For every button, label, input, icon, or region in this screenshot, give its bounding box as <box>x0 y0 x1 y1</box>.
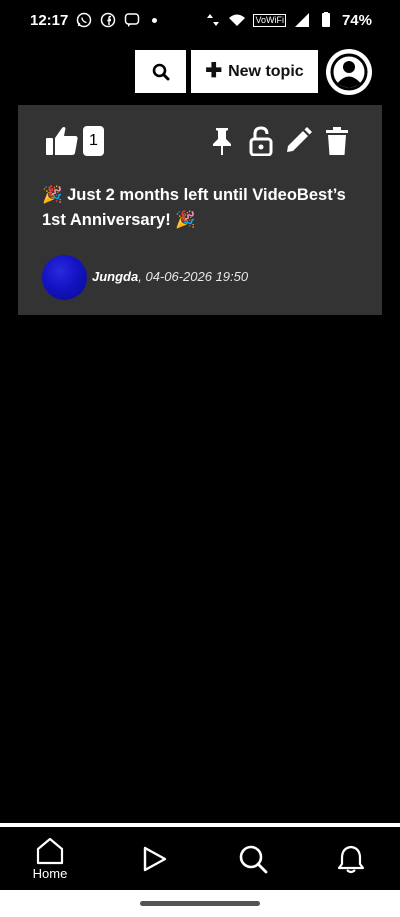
top-actions: ✚ New topic <box>0 49 400 95</box>
notification-dot <box>152 17 158 23</box>
nav-play[interactable] <box>124 827 184 890</box>
bottom-nav: Home <box>0 827 400 890</box>
signal-icon <box>294 12 310 28</box>
vowifi-badge: VoWiFi <box>253 13 286 27</box>
author-name[interactable]: Jungda <box>92 269 138 284</box>
unlock-icon[interactable] <box>247 125 275 157</box>
bell-icon <box>337 845 365 873</box>
battery-percentage: 74% <box>341 11 372 29</box>
edit-icon[interactable] <box>284 125 312 157</box>
search-icon <box>152 63 169 80</box>
wifi-icon <box>229 12 246 28</box>
profile-avatar-button[interactable] <box>326 49 372 95</box>
pin-icon[interactable] <box>208 125 236 157</box>
nav-home-label: Home <box>32 866 68 881</box>
new-topic-button[interactable]: ✚ New topic <box>191 50 318 93</box>
status-left: 12:17 <box>30 11 158 29</box>
topic-title[interactable]: 🎉 Just 2 months left until VideoBest’s 1… <box>42 183 367 233</box>
battery-icon <box>318 12 334 28</box>
status-time: 12:17 <box>30 11 69 29</box>
user-icon <box>330 53 368 91</box>
topic-meta: Jungda, 04-06-2026 19:50 <box>92 269 248 284</box>
search-button[interactable] <box>135 50 186 93</box>
home-icon <box>36 837 64 865</box>
topic-card[interactable]: 1 🎉 Just 2 months left until VideoBest’s… <box>18 105 382 315</box>
trash-icon[interactable] <box>323 125 351 157</box>
play-icon <box>143 846 167 871</box>
author-avatar[interactable] <box>42 255 87 300</box>
messenger-icon <box>124 12 140 28</box>
thumbs-up-icon[interactable] <box>45 125 79 157</box>
plus-icon: ✚ <box>205 59 223 82</box>
search-icon <box>239 845 268 873</box>
status-bar: 12:17 VoWiFi 74% <box>0 0 400 40</box>
topic-date: , 04-06-2026 19:50 <box>138 269 249 284</box>
data-arrows-icon <box>205 12 221 28</box>
nav-search[interactable] <box>223 827 283 890</box>
gesture-handle[interactable] <box>140 901 260 906</box>
nav-home[interactable]: Home <box>20 827 80 890</box>
facebook-icon <box>100 12 116 28</box>
system-gesture-area <box>0 890 400 917</box>
whatsapp-icon <box>76 12 92 28</box>
new-topic-label: New topic <box>228 62 304 80</box>
topic-toolbar: 1 <box>18 105 382 175</box>
status-right: VoWiFi 74% <box>205 12 372 29</box>
nav-notifications[interactable] <box>321 827 381 890</box>
like-count: 1 <box>83 126 104 156</box>
